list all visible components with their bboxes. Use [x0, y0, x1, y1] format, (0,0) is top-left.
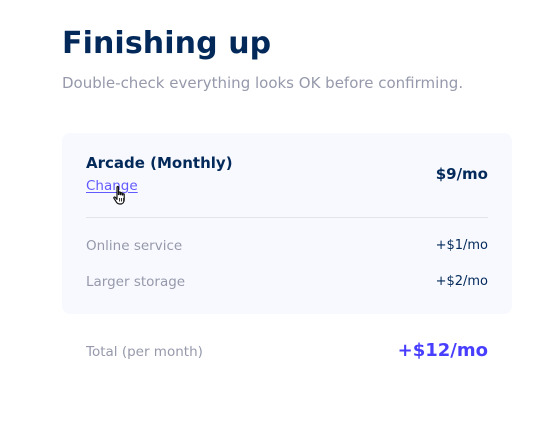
addon-name: Larger storage — [86, 274, 186, 290]
page-subtitle: Double-check everything looks OK before … — [62, 74, 464, 92]
plan-price: $9/mo — [435, 165, 488, 183]
hand-pointer-icon — [113, 185, 125, 205]
plan-name: Arcade (Monthly) — [86, 154, 233, 172]
addon-price: +$2/mo — [435, 274, 488, 289]
total-price: +$12/mo — [397, 340, 488, 361]
addon-price: +$1/mo — [435, 238, 488, 253]
summary-divider — [86, 217, 488, 218]
page-title: Finishing up — [62, 26, 272, 61]
total-label: Total (per month) — [86, 344, 203, 360]
addon-row-online-service: Online service +$1/mo — [86, 236, 488, 256]
addon-row-larger-storage: Larger storage +$2/mo — [86, 272, 488, 292]
order-summary-card: Arcade (Monthly) Change $9/mo Online ser… — [62, 133, 512, 314]
addon-name: Online service — [86, 238, 183, 254]
